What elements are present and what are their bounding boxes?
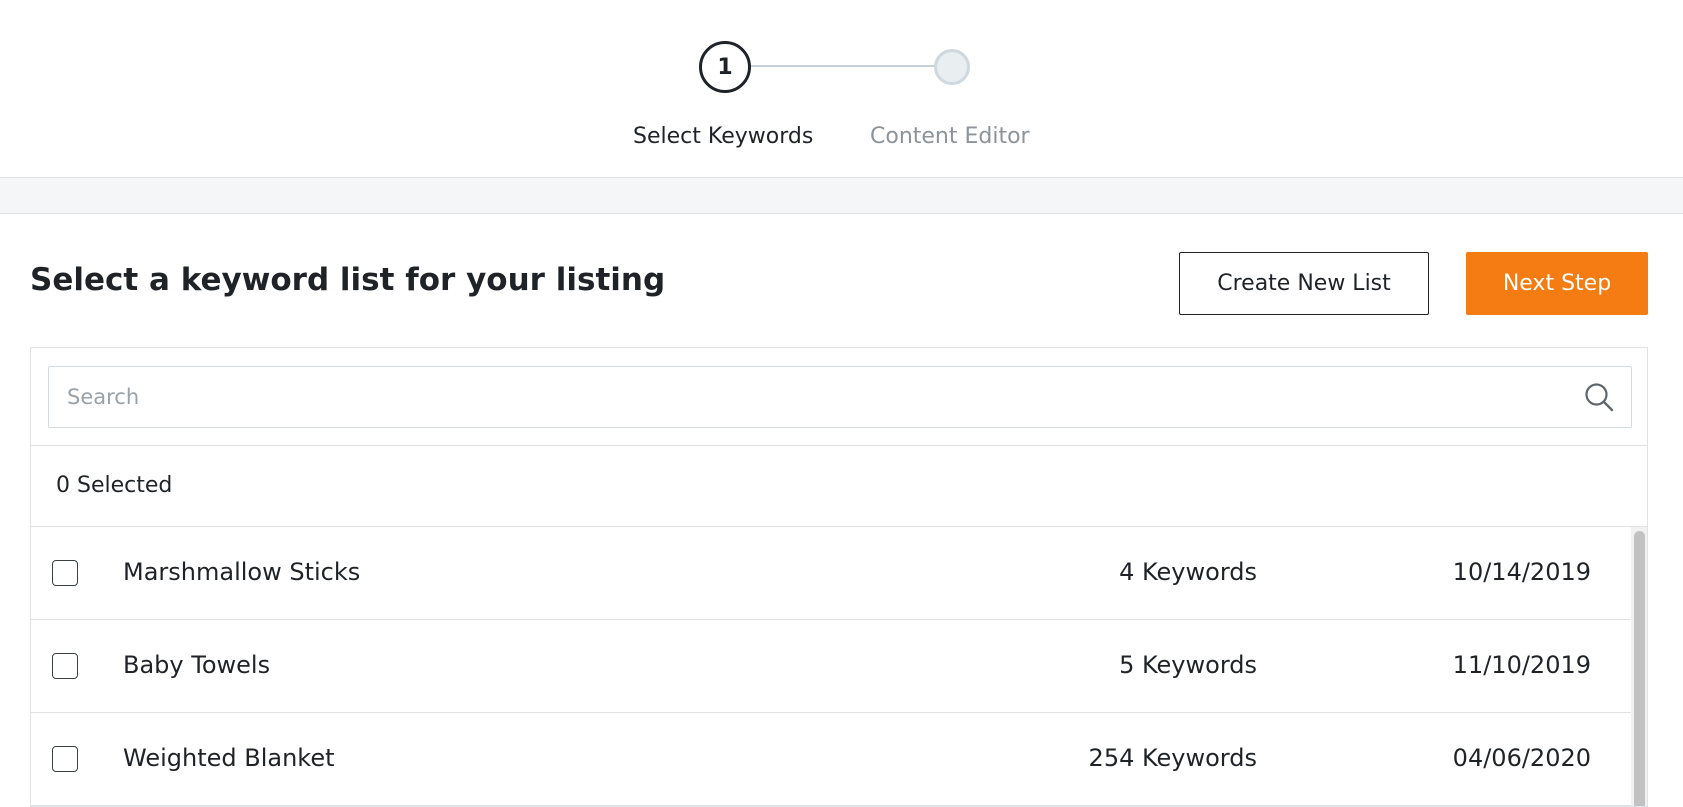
search-icon[interactable]	[1583, 381, 1615, 413]
selection-summary: 0 Selected	[31, 445, 1647, 527]
row-checkbox[interactable]	[52, 560, 78, 586]
keyword-count: 4 Keywords	[1119, 558, 1257, 586]
row-checkbox[interactable]	[52, 653, 78, 679]
keyword-count: 5 Keywords	[1119, 651, 1257, 679]
list-date: 11/10/2019	[1452, 651, 1591, 679]
row-checkbox[interactable]	[52, 746, 78, 772]
keyword-count: 254 Keywords	[1088, 744, 1257, 772]
selected-count: 0 Selected	[56, 473, 173, 498]
step-1-label: Select Keywords	[633, 124, 814, 149]
list-date: 10/14/2019	[1452, 558, 1591, 586]
stepper-connector	[748, 65, 936, 67]
next-step-button[interactable]: Next Step	[1466, 252, 1648, 315]
list-date: 04/06/2020	[1452, 744, 1591, 772]
search-input[interactable]	[49, 367, 1569, 427]
keyword-list-table: Marshmallow Sticks 4 Keywords 10/14/2019…	[31, 527, 1631, 806]
search-box	[48, 366, 1632, 428]
step-2-indicator	[934, 49, 970, 85]
list-scrollbar[interactable]	[1631, 527, 1647, 806]
scrollbar-thumb[interactable]	[1634, 531, 1645, 806]
step-1-indicator: 1	[699, 41, 751, 93]
list-item[interactable]: Marshmallow Sticks 4 Keywords 10/14/2019	[31, 527, 1631, 620]
progress-stepper: 1 Select Keywords Content Editor	[0, 0, 1683, 178]
list-item[interactable]: Weighted Blanket 254 Keywords 04/06/2020	[31, 713, 1631, 806]
step-2-label: Content Editor	[870, 124, 1030, 149]
create-new-list-button[interactable]: Create New List	[1179, 252, 1429, 315]
list-name: Weighted Blanket	[123, 744, 335, 772]
page-title: Select a keyword list for your listing	[30, 262, 666, 298]
section-divider	[0, 178, 1683, 214]
list-name: Marshmallow Sticks	[123, 558, 361, 586]
list-name: Baby Towels	[123, 651, 271, 679]
keyword-list-panel: 0 Selected Marshmallow Sticks 4 Keywords…	[30, 347, 1648, 807]
step-1-number: 1	[717, 54, 733, 80]
list-item[interactable]: Baby Towels 5 Keywords 11/10/2019	[31, 620, 1631, 713]
